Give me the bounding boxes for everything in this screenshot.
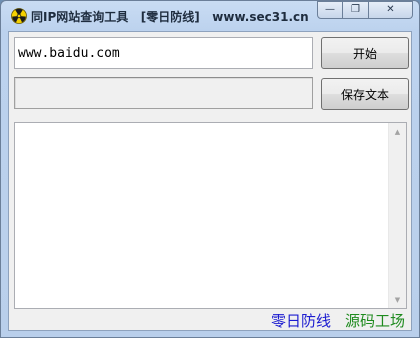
results-textarea[interactable]: ▲ ▼ <box>14 122 407 309</box>
radiation-icon <box>11 8 27 24</box>
client-area: 开始 保存文本 ▲ ▼ 零日防线 源码工场 <box>8 31 412 331</box>
minimize-button[interactable]: — <box>317 1 343 19</box>
scroll-down-icon[interactable]: ▼ <box>389 291 406 308</box>
window-title: 同IP网站查询工具 [零日防线] www.sec31.cn <box>31 10 309 24</box>
minimize-icon: — <box>325 4 335 15</box>
start-button-label: 开始 <box>352 46 377 61</box>
start-button[interactable]: 开始 <box>321 37 409 69</box>
close-icon: ✕ <box>386 4 395 15</box>
link-zero-day-line[interactable]: 零日防线 <box>271 310 331 331</box>
status-field <box>14 77 313 109</box>
restore-icon: ❐ <box>351 4 360 15</box>
save-text-button[interactable]: 保存文本 <box>321 78 409 110</box>
save-text-button-label: 保存文本 <box>340 87 389 102</box>
close-button[interactable]: ✕ <box>369 1 413 19</box>
url-input[interactable] <box>14 37 313 69</box>
title-bar[interactable]: 同IP网站查询工具 [零日防线] www.sec31.cn — ❐ ✕ <box>1 1 419 31</box>
scroll-up-icon[interactable]: ▲ <box>389 123 406 140</box>
link-source-code-factory[interactable]: 源码工场 <box>345 310 405 331</box>
restore-button[interactable]: ❐ <box>343 1 369 19</box>
app-window: 同IP网站查询工具 [零日防线] www.sec31.cn — ❐ ✕ 开始 保… <box>0 0 420 338</box>
vertical-scrollbar[interactable]: ▲ ▼ <box>388 123 406 308</box>
caption-buttons: — ❐ ✕ <box>317 1 413 21</box>
